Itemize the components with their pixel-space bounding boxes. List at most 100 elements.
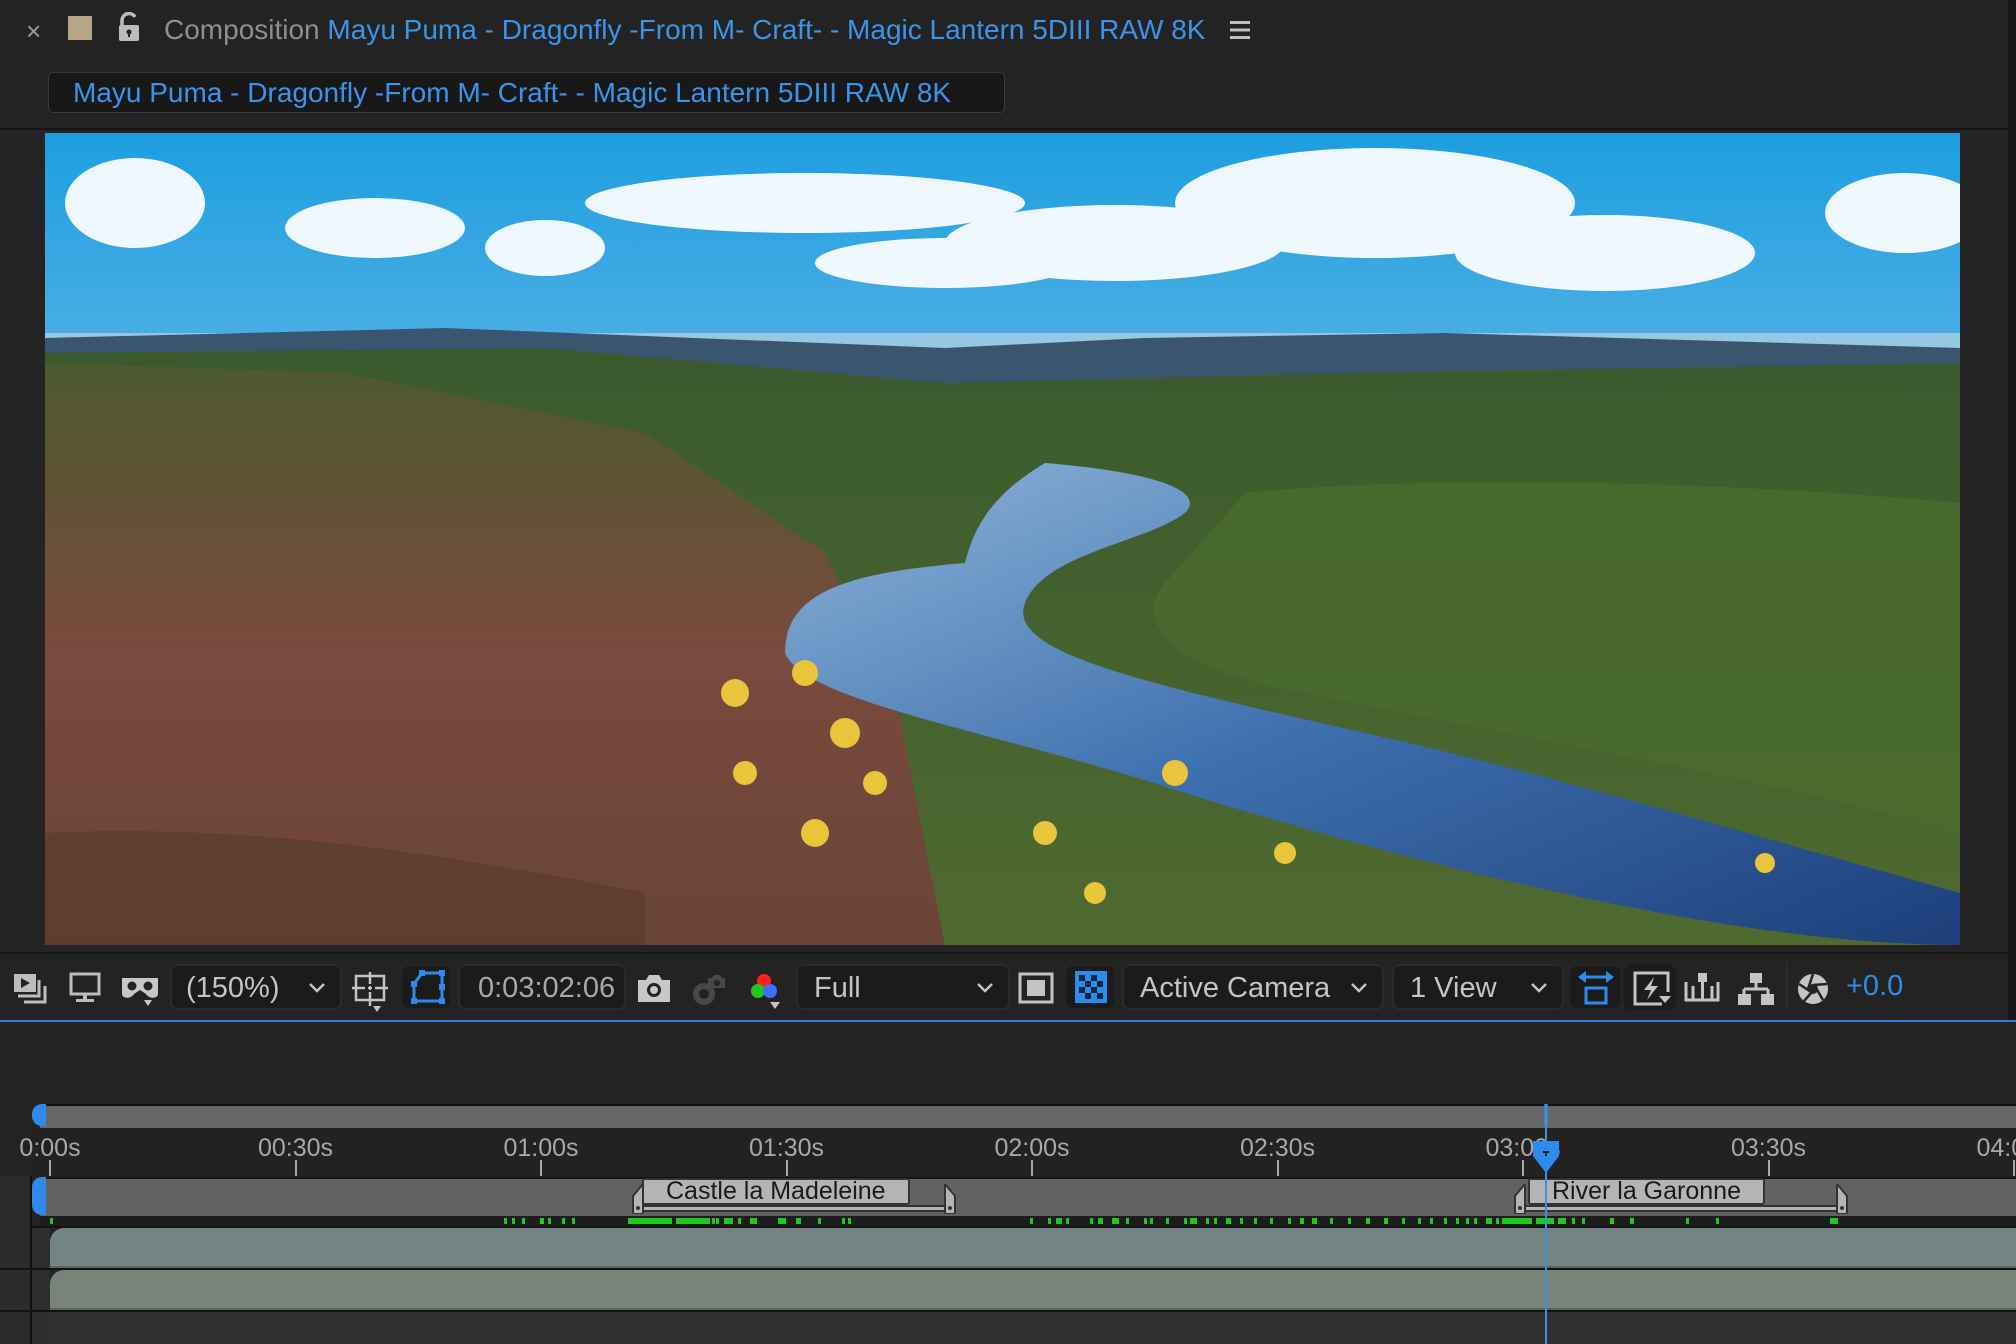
lock-icon[interactable]	[116, 11, 142, 42]
camera-view-dropdown[interactable]: Active Camera	[1122, 964, 1384, 1010]
cached-frame-segment	[1630, 1218, 1634, 1224]
marker-end-handle[interactable]	[1836, 1184, 1848, 1214]
cached-frame-segment	[1402, 1218, 1405, 1224]
monitor-button[interactable]	[68, 964, 108, 1010]
cached-frame-segment	[1166, 1218, 1169, 1224]
chevron-down-icon	[1531, 983, 1547, 993]
cached-frame-segment	[522, 1218, 525, 1224]
cached-frame-segment	[1610, 1218, 1614, 1224]
ruler-tick-label: 02:30s	[1239, 1134, 1316, 1162]
ruler-tick	[1522, 1160, 1524, 1176]
view-layout-value: 1 View	[1410, 972, 1497, 1004]
vr-options-button[interactable]	[118, 964, 164, 1010]
timecode-value: 0:03:02:06	[478, 972, 616, 1004]
viewer-frame-image[interactable]	[45, 133, 1960, 945]
marker-end-handle[interactable]	[944, 1184, 956, 1214]
fast-previews-button[interactable]	[1624, 964, 1676, 1010]
cached-frame-segment	[1502, 1218, 1532, 1224]
cached-frame-segment	[1090, 1218, 1093, 1224]
cached-frame-segment	[1716, 1218, 1719, 1224]
flowchart-button[interactable]	[1738, 964, 1780, 1010]
pixel-aspect-correction-toggle[interactable]	[1568, 964, 1622, 1010]
ruler-tick-label: 03:30s	[1730, 1134, 1807, 1162]
composition-tab-label: Mayu Puma - Dragonfly -From M- Craft- - …	[73, 77, 952, 108]
exposure-value-scrubber[interactable]: +0.0	[1846, 964, 1916, 1010]
current-time-indicator-handle[interactable]	[1532, 1140, 1560, 1174]
ruler-tick-label: 02:00s	[994, 1134, 1070, 1162]
ruler-tick	[2013, 1160, 2015, 1176]
cached-frame-segment	[1366, 1218, 1370, 1224]
timeline-button[interactable]	[1684, 964, 1726, 1010]
cached-frame-segment	[1214, 1218, 1217, 1224]
reset-exposure-button[interactable]	[1796, 964, 1838, 1010]
cached-frame-segment	[1456, 1218, 1459, 1224]
view-layout-dropdown[interactable]: 1 View	[1392, 964, 1564, 1010]
current-time-display[interactable]: 0:03:02:06	[458, 964, 626, 1010]
marker-label: Castle la Madeleine	[642, 1178, 910, 1205]
magnification-value: (150%)	[186, 972, 280, 1004]
layer-bar[interactable]	[50, 1228, 2016, 1269]
layer-bar[interactable]	[50, 1270, 2016, 1311]
composition-marker[interactable]: River la Garonne	[1514, 1178, 1848, 1214]
always-preview-icon	[14, 974, 47, 1004]
resolution-dropdown[interactable]: Full	[796, 964, 1010, 1010]
work-area-start-handle[interactable]	[32, 1177, 46, 1215]
empty-track-area	[50, 1312, 2016, 1344]
composition-tab[interactable]: Mayu Puma - Dragonfly -From M- Craft- - …	[48, 72, 1005, 113]
cached-frame-segment	[848, 1218, 851, 1224]
close-panel-button[interactable]: ×	[26, 16, 41, 46]
resolution-value: Full	[814, 972, 861, 1004]
always-preview-button[interactable]	[12, 964, 52, 1010]
cached-frame-segment	[1486, 1218, 1492, 1224]
viewer-toolbar: (150%) 0:03:02:06 Full Active Camera 1 V…	[0, 952, 2008, 1018]
cached-frame-segment	[1190, 1218, 1197, 1224]
cached-frame-segment	[1030, 1218, 1033, 1224]
hamburger-icon[interactable]	[1228, 18, 1252, 42]
grid-guides-button[interactable]	[350, 964, 394, 1012]
vr-goggles-icon	[122, 978, 158, 1006]
fast-previews-icon	[1633, 971, 1671, 1006]
toolbar-divider	[1786, 962, 1788, 1010]
chevron-down-icon	[309, 983, 325, 993]
ruler-tick	[1276, 1160, 1279, 1176]
mask-path-visibility-toggle[interactable]	[400, 964, 452, 1010]
show-channel-button[interactable]	[746, 964, 790, 1010]
time-navigator-bar[interactable]	[40, 1104, 2016, 1130]
composition-marker[interactable]: Castle la Madeleine	[632, 1178, 956, 1214]
exposure-value: +0.0	[1846, 970, 1904, 1002]
ruler-tick	[1031, 1160, 1033, 1176]
show-snapshot-button[interactable]	[690, 964, 730, 1010]
magnification-dropdown[interactable]: (150%)	[170, 964, 342, 1010]
cached-frame-segment	[1240, 1218, 1243, 1224]
composition-name[interactable]: Mayu Puma - Dragonfly -From M- Craft- - …	[327, 14, 1205, 45]
cached-frame-segment	[1830, 1218, 1838, 1224]
cached-frame-segment	[1206, 1218, 1209, 1224]
panel-edge	[2008, 0, 2016, 1020]
panel-title-prefix: Composition	[164, 14, 320, 45]
cached-frame-segment	[1288, 1218, 1291, 1224]
show-snapshot-icon	[693, 975, 725, 1005]
cached-frame-segment	[1572, 1218, 1575, 1224]
cached-frame-segment	[512, 1218, 515, 1224]
cached-frame-segment	[1300, 1218, 1304, 1224]
chevron-down-icon	[977, 983, 993, 993]
cached-frame-segment	[738, 1218, 741, 1224]
exposure-icon	[1798, 973, 1828, 1004]
cached-frame-segment	[1098, 1218, 1103, 1224]
marker-label: River la Garonne	[1528, 1178, 1765, 1205]
panel-title: Composition Mayu Puma - Dragonfly -From …	[164, 14, 1205, 46]
cached-frame-segment	[548, 1218, 551, 1224]
time-navigator-start-handle[interactable]	[32, 1104, 46, 1126]
cached-frame-segment	[50, 1218, 53, 1224]
cached-frame-segment	[1466, 1218, 1469, 1224]
label-color-swatch[interactable]	[68, 16, 92, 40]
layer-column-inner	[32, 1228, 50, 1344]
cached-frame-segment	[1048, 1218, 1051, 1224]
region-of-interest-button[interactable]	[1018, 964, 1060, 1010]
cached-frame-segment	[1582, 1218, 1585, 1224]
cached-frame-segment	[1066, 1218, 1069, 1224]
transparency-grid-toggle[interactable]	[1064, 964, 1116, 1010]
take-snapshot-button[interactable]	[636, 964, 676, 1010]
ruler-tick-label: 0:00s	[19, 1134, 81, 1162]
cached-frame-segment	[1558, 1218, 1566, 1224]
